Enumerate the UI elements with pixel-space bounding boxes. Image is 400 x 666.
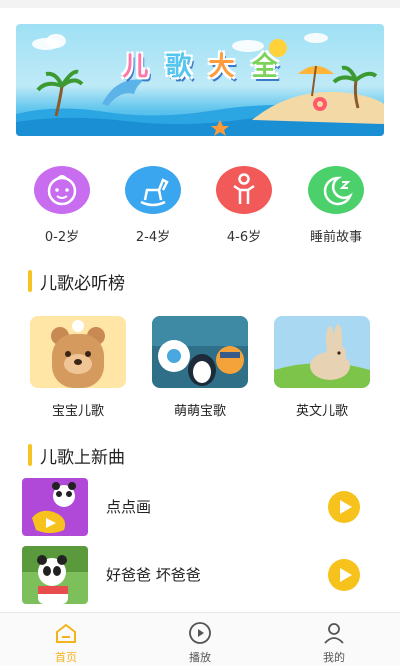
banner[interactable]: 儿 歌 大 全 bbox=[16, 24, 384, 136]
hot-item-english-songs[interactable]: 英文儿歌 bbox=[274, 316, 370, 419]
rocking-horse-icon bbox=[125, 166, 181, 214]
section-accent-bar bbox=[28, 270, 32, 292]
baby-face-icon bbox=[34, 166, 90, 214]
new-song-title: 好爸爸 坏爸爸 bbox=[106, 566, 201, 584]
banner-title-char: 大 bbox=[208, 52, 235, 82]
child-figure-icon bbox=[216, 166, 272, 214]
category-bedtime[interactable]: 睡前故事 bbox=[296, 166, 376, 245]
new-song-row[interactable]: 好爸爸 坏爸爸 bbox=[0, 546, 400, 606]
tab-label: 播放 bbox=[189, 651, 211, 664]
bear-thumbnail bbox=[30, 316, 126, 388]
penguin-thumbnail bbox=[152, 316, 248, 388]
status-strip bbox=[0, 0, 400, 8]
category-row: 0-2岁 2-4岁 4-6岁 睡前故事 bbox=[0, 166, 400, 246]
banner-title-char: 全 bbox=[251, 52, 278, 82]
play-button[interactable] bbox=[328, 559, 360, 591]
rabbit-thumbnail bbox=[274, 316, 370, 388]
category-0-2[interactable]: 0-2岁 bbox=[22, 166, 102, 245]
play-icon bbox=[340, 500, 352, 514]
section-title-new: 儿歌上新曲 bbox=[28, 442, 125, 468]
tab-home[interactable]: 首页 bbox=[26, 613, 106, 666]
category-4-6[interactable]: 4-6岁 bbox=[204, 166, 284, 245]
panda-thumbnail bbox=[22, 546, 88, 604]
hot-list: 宝宝儿歌 萌萌宝歌 英文儿歌 bbox=[0, 316, 400, 419]
hot-item-label: 宝宝儿歌 bbox=[51, 404, 104, 419]
hot-item-cute-songs[interactable]: 萌萌宝歌 bbox=[152, 316, 248, 419]
tab-profile[interactable]: 我的 bbox=[294, 613, 374, 666]
section-title-hot: 儿歌必听榜 bbox=[28, 268, 125, 294]
category-label: 0-2岁 bbox=[44, 230, 80, 245]
bottom-tab-bar: 首页 播放 我的 bbox=[0, 612, 400, 666]
banner-title-char: 儿 bbox=[122, 52, 149, 82]
tab-play[interactable]: 播放 bbox=[160, 613, 240, 666]
section-accent-bar bbox=[28, 444, 32, 466]
tab-label: 我的 bbox=[323, 651, 345, 664]
panda-thumbnail bbox=[22, 478, 88, 536]
tab-label: 首页 bbox=[55, 651, 77, 664]
new-song-title: 点点画 bbox=[106, 498, 152, 516]
banner-title: 儿 歌 大 全 bbox=[16, 46, 384, 83]
category-label: 4-6岁 bbox=[226, 230, 262, 245]
category-label: 睡前故事 bbox=[309, 230, 362, 245]
hot-item-label: 萌萌宝歌 bbox=[173, 404, 226, 419]
section-title-text: 儿歌必听榜 bbox=[40, 273, 125, 294]
hot-item-baby-songs[interactable]: 宝宝儿歌 bbox=[30, 316, 126, 419]
hot-item-label: 英文儿歌 bbox=[295, 404, 348, 419]
category-2-4[interactable]: 2-4岁 bbox=[113, 166, 193, 245]
home-icon bbox=[56, 623, 76, 643]
new-song-row[interactable]: 点点画 bbox=[0, 478, 400, 538]
play-circle-icon bbox=[189, 622, 211, 644]
banner-title-char: 歌 bbox=[165, 52, 192, 82]
category-label: 2-4岁 bbox=[135, 230, 171, 245]
user-icon bbox=[324, 623, 344, 644]
section-title-text: 儿歌上新曲 bbox=[40, 447, 125, 468]
moon-sleep-icon bbox=[308, 166, 364, 214]
play-button[interactable] bbox=[328, 491, 360, 523]
play-icon bbox=[340, 568, 352, 582]
